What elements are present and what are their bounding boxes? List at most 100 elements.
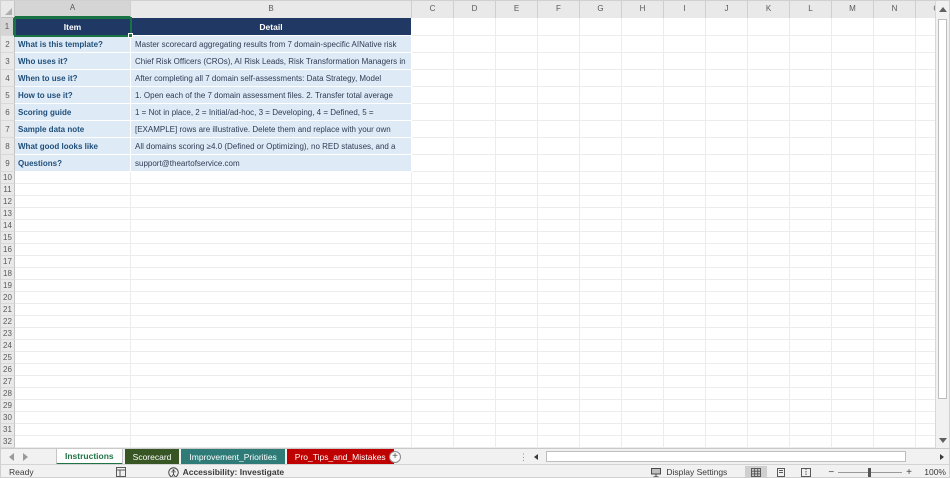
cell-A16[interactable] [15, 244, 131, 256]
cell-N18[interactable] [874, 268, 916, 280]
cell-N19[interactable] [874, 280, 916, 292]
column-header-O[interactable]: O [916, 1, 937, 18]
sheet-tab-pro_tips_and_mistakes[interactable]: Pro_Tips_and_Mistakes [286, 449, 394, 465]
column-header-I[interactable]: I [664, 1, 706, 18]
cell-K18[interactable] [748, 268, 790, 280]
cell-L7[interactable] [790, 121, 832, 138]
cell-A1[interactable]: Item [15, 18, 131, 36]
cell-O6[interactable] [916, 104, 937, 121]
cell-J28[interactable] [706, 388, 748, 400]
scroll-right-button[interactable] [935, 451, 948, 463]
cell-M16[interactable] [832, 244, 874, 256]
row-header-19[interactable]: 19 [1, 280, 15, 292]
cell-M23[interactable] [832, 328, 874, 340]
cell-F12[interactable] [538, 196, 580, 208]
row-header-17[interactable]: 17 [1, 256, 15, 268]
cell-D15[interactable] [454, 232, 496, 244]
cell-F9[interactable] [538, 155, 580, 172]
cell-J12[interactable] [706, 196, 748, 208]
cell-B16[interactable] [131, 244, 412, 256]
cell-B15[interactable] [131, 232, 412, 244]
cell-G17[interactable] [580, 256, 622, 268]
cell-K21[interactable] [748, 304, 790, 316]
cell-B20[interactable] [131, 292, 412, 304]
scroll-up-button[interactable] [936, 1, 949, 17]
cell-H31[interactable] [622, 424, 664, 436]
cell-A20[interactable] [15, 292, 131, 304]
cell-G31[interactable] [580, 424, 622, 436]
cell-F6[interactable] [538, 104, 580, 121]
cell-E29[interactable] [496, 400, 538, 412]
cell-G2[interactable] [580, 36, 622, 53]
cell-I9[interactable] [664, 155, 706, 172]
cell-F17[interactable] [538, 256, 580, 268]
cell-K19[interactable] [748, 280, 790, 292]
cell-C11[interactable] [412, 184, 454, 196]
cell-L9[interactable] [790, 155, 832, 172]
cell-K1[interactable] [748, 18, 790, 36]
cell-B10[interactable] [131, 172, 412, 184]
cell-C4[interactable] [412, 70, 454, 87]
cell-M14[interactable] [832, 220, 874, 232]
row-header-31[interactable]: 31 [1, 424, 15, 436]
cell-F26[interactable] [538, 364, 580, 376]
cell-K20[interactable] [748, 292, 790, 304]
cell-O22[interactable] [916, 316, 937, 328]
cell-D17[interactable] [454, 256, 496, 268]
column-header-M[interactable]: M [832, 1, 874, 18]
cell-N30[interactable] [874, 412, 916, 424]
cell-O8[interactable] [916, 138, 937, 155]
cell-H27[interactable] [622, 376, 664, 388]
cell-B5[interactable]: 1. Open each of the 7 domain assessment … [131, 87, 412, 104]
cell-K14[interactable] [748, 220, 790, 232]
cell-E22[interactable] [496, 316, 538, 328]
display-settings-button[interactable]: Display Settings [666, 467, 727, 477]
cell-E20[interactable] [496, 292, 538, 304]
cell-F31[interactable] [538, 424, 580, 436]
cell-E4[interactable] [496, 70, 538, 87]
cell-A5[interactable]: How to use it? [15, 87, 131, 104]
cell-F2[interactable] [538, 36, 580, 53]
row-header-12[interactable]: 12 [1, 196, 15, 208]
cell-M3[interactable] [832, 53, 874, 70]
cell-M13[interactable] [832, 208, 874, 220]
cell-O32[interactable] [916, 436, 937, 448]
cell-C25[interactable] [412, 352, 454, 364]
cell-K24[interactable] [748, 340, 790, 352]
cell-I22[interactable] [664, 316, 706, 328]
zoom-slider[interactable] [838, 466, 903, 478]
cell-J23[interactable] [706, 328, 748, 340]
cell-E13[interactable] [496, 208, 538, 220]
cell-N32[interactable] [874, 436, 916, 448]
cell-N9[interactable] [874, 155, 916, 172]
cell-O25[interactable] [916, 352, 937, 364]
cell-C29[interactable] [412, 400, 454, 412]
cell-I4[interactable] [664, 70, 706, 87]
cell-D32[interactable] [454, 436, 496, 448]
cell-H2[interactable] [622, 36, 664, 53]
cell-K6[interactable] [748, 104, 790, 121]
cell-O1[interactable] [916, 18, 937, 36]
cell-H4[interactable] [622, 70, 664, 87]
row-header-1[interactable]: 1 [1, 18, 15, 36]
cell-J30[interactable] [706, 412, 748, 424]
cell-M19[interactable] [832, 280, 874, 292]
cell-H5[interactable] [622, 87, 664, 104]
cell-L4[interactable] [790, 70, 832, 87]
cell-G15[interactable] [580, 232, 622, 244]
cell-E27[interactable] [496, 376, 538, 388]
cell-M1[interactable] [832, 18, 874, 36]
cell-H21[interactable] [622, 304, 664, 316]
cell-N3[interactable] [874, 53, 916, 70]
cell-L32[interactable] [790, 436, 832, 448]
row-header-20[interactable]: 20 [1, 292, 15, 304]
cell-B19[interactable] [131, 280, 412, 292]
cell-K26[interactable] [748, 364, 790, 376]
cell-J27[interactable] [706, 376, 748, 388]
cell-O7[interactable] [916, 121, 937, 138]
cell-L6[interactable] [790, 104, 832, 121]
cell-B14[interactable] [131, 220, 412, 232]
cell-L5[interactable] [790, 87, 832, 104]
cell-J18[interactable] [706, 268, 748, 280]
page-layout-view-button[interactable] [770, 466, 792, 478]
